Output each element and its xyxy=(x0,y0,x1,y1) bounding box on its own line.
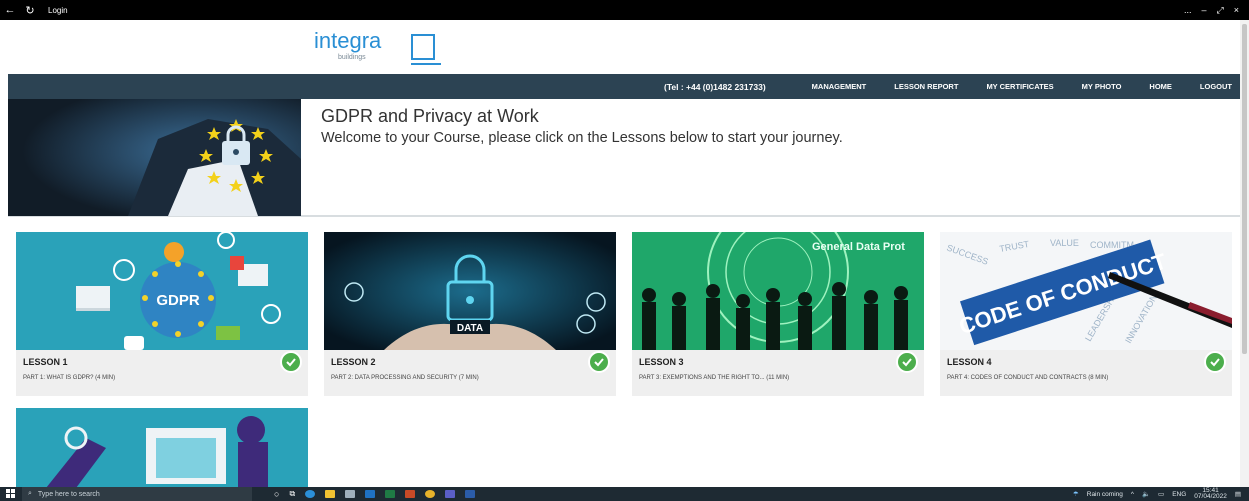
os-taskbar: ⌕ Type here to search ○ ⧉ ☂ Rain coming … xyxy=(0,487,1249,501)
taskbar-search-box[interactable]: ⌕ Type here to search xyxy=(22,487,252,501)
nav-my-photo[interactable]: MY PHOTO xyxy=(1082,82,1122,91)
language-indicator[interactable]: ENG xyxy=(1172,491,1186,498)
lesson-card-4[interactable]: SUCCESS TRUST VALUE COMMITM LEADERSHIP I… xyxy=(940,232,1232,396)
lesson-4-title: LESSON 4 xyxy=(947,357,992,367)
lesson-4-subtitle: PART 4: CODES OF CONDUCT AND CONTRACTS (… xyxy=(947,375,1109,381)
tray-chevron-icon[interactable]: ^ xyxy=(1131,491,1134,498)
cortana-icon[interactable]: ○ xyxy=(274,489,279,499)
app-window: ← ↻ Login ... – ⤢ × integra buildings (T… xyxy=(0,0,1249,501)
back-icon[interactable]: ← xyxy=(0,4,20,16)
lesson-1-title: LESSON 1 xyxy=(23,357,68,367)
lesson-card-5[interactable] xyxy=(16,408,308,488)
lesson-2-complete-check-icon xyxy=(588,351,610,373)
course-hero: GDPR and Privacy at Work Welcome to your… xyxy=(8,99,1240,217)
window-controls: ... – ⤢ × xyxy=(1184,5,1239,16)
lesson-1-badge-text: GDPR xyxy=(156,292,200,309)
windows-start-icon[interactable] xyxy=(0,487,22,501)
brand-sub: buildings xyxy=(338,54,366,61)
excel-icon[interactable] xyxy=(385,490,396,498)
brand-name: integra xyxy=(314,28,382,53)
lesson-3-title: LESSON 3 xyxy=(639,357,684,367)
minimize-icon[interactable]: – xyxy=(1202,5,1207,16)
lesson-card-1[interactable]: GDPR LESSON 1 PART 1: WHAT IS GDPR? (4 M… xyxy=(16,232,308,396)
lesson-1-subtitle: PART 1: WHAT IS GDPR? (4 MIN) xyxy=(23,375,116,381)
file-explorer-icon[interactable] xyxy=(325,490,336,498)
course-subtitle: Welcome to your Course, please click on … xyxy=(321,130,843,146)
nav-home[interactable]: HOME xyxy=(1149,82,1172,91)
chrome-icon[interactable] xyxy=(425,490,436,498)
lesson-3-subtitle: PART 3: EXEMPTIONS AND THE RIGHT TO... (… xyxy=(639,375,790,381)
nav-lesson-report[interactable]: LESSON REPORT xyxy=(894,82,958,91)
store-icon[interactable] xyxy=(345,490,356,498)
window-titlebar: ← ↻ Login ... – ⤢ × xyxy=(0,0,1249,20)
nav-telephone: (Tel : +44 (0)1482 231733) xyxy=(663,81,766,92)
lesson-1-complete-check-icon xyxy=(280,351,302,373)
brand-logo[interactable]: integra buildings xyxy=(314,28,454,66)
weather-icon[interactable]: ☂ xyxy=(1073,490,1079,498)
network-icon[interactable]: ▭ xyxy=(1158,490,1164,498)
logo-underline xyxy=(411,63,441,65)
clock[interactable]: 15:41 07/04/2022 xyxy=(1194,487,1227,500)
taskbar-search-placeholder: Type here to search xyxy=(37,490,100,498)
nav-my-certificates[interactable]: MY CERTIFICATES xyxy=(986,82,1053,91)
teams-icon[interactable] xyxy=(445,490,456,498)
lesson-card-2[interactable]: DATA LESSON 2 PART 2: DATA PROCESSING AN… xyxy=(324,232,616,396)
logo-square-icon xyxy=(411,34,435,60)
volume-icon[interactable]: 🔈 xyxy=(1142,490,1150,498)
outlook-icon[interactable] xyxy=(365,490,376,498)
lesson-1-image: GDPR xyxy=(16,232,308,350)
weather-text[interactable]: Rain coming xyxy=(1087,491,1123,498)
lesson-2-badge-text: DATA xyxy=(457,323,483,334)
lesson-4-complete-check-icon xyxy=(1204,351,1226,373)
powerpoint-icon[interactable] xyxy=(405,490,416,498)
nav-logout[interactable]: LOGOUT xyxy=(1200,82,1232,91)
svg-text:VALUE: VALUE xyxy=(1050,238,1079,248)
lesson-3-badge-text: General Data Prot xyxy=(812,241,905,253)
system-tray: ☂ Rain coming ^ 🔈 ▭ ENG 15:41 07/04/2022… xyxy=(1073,487,1249,500)
lesson-2-title: LESSON 2 xyxy=(331,357,376,367)
notifications-icon[interactable]: ▤ xyxy=(1235,490,1241,498)
lesson-2-subtitle: PART 2: DATA PROCESSING AND SECURITY (7 … xyxy=(331,375,479,381)
page-scrollbar-thumb[interactable] xyxy=(1242,24,1247,354)
lesson-3-complete-check-icon xyxy=(896,351,918,373)
hero-image xyxy=(8,99,301,216)
edge-icon[interactable] xyxy=(305,490,316,498)
lesson-card-3[interactable]: General Data Prot LESSON 3 PART 3: EXEMP… xyxy=(632,232,924,396)
course-title: GDPR and Privacy at Work xyxy=(321,106,539,126)
lesson-2-image: DATA xyxy=(324,232,616,350)
lesson-4-image: SUCCESS TRUST VALUE COMMITM LEADERSHIP I… xyxy=(940,232,1232,350)
word-icon[interactable] xyxy=(465,490,476,498)
lesson-3-image: General Data Prot xyxy=(632,232,924,350)
restore-icon[interactable]: ⤢ xyxy=(1217,5,1224,16)
main-navbar: (Tel : +44 (0)1482 231733) MANAGEMENT LE… xyxy=(8,74,1240,99)
clock-date: 07/04/2022 xyxy=(1194,493,1227,500)
task-view-icon[interactable]: ⧉ xyxy=(289,489,295,499)
window-title: Login xyxy=(48,5,68,15)
taskbar-apps: ○ ⧉ xyxy=(274,489,476,499)
more-icon[interactable]: ... xyxy=(1184,5,1192,16)
close-icon[interactable]: × xyxy=(1234,5,1239,16)
search-icon: ⌕ xyxy=(28,490,32,497)
nav-management[interactable]: MANAGEMENT xyxy=(812,82,867,91)
refresh-icon[interactable]: ↻ xyxy=(20,4,40,17)
